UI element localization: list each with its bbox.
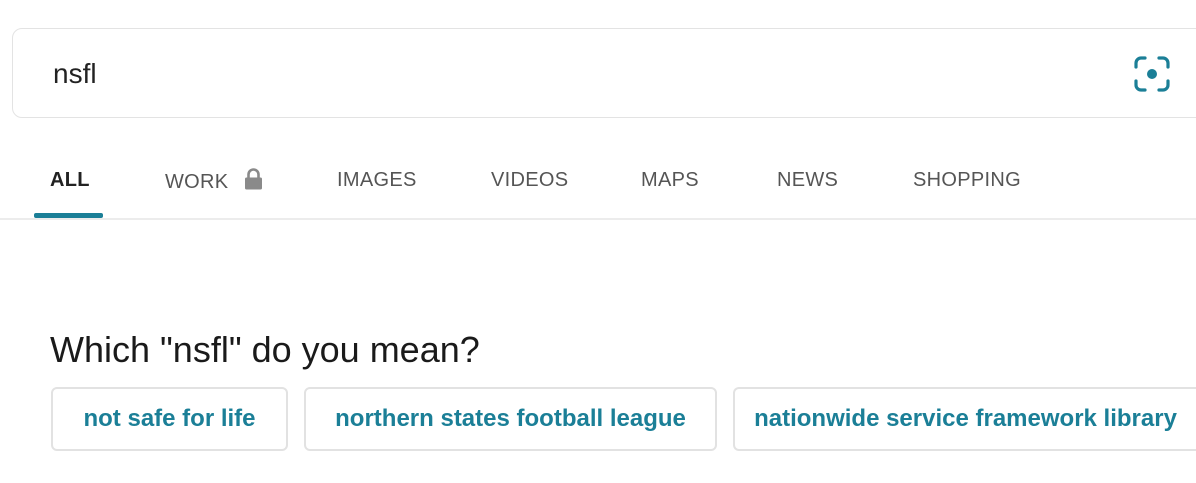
tab-shopping[interactable]: SHOPPING — [913, 168, 1021, 192]
tab-news[interactable]: NEWS — [777, 168, 838, 192]
tab-label: WORK — [165, 171, 229, 193]
search-results-page: ALL WORK IMAGES VIDEOS MAPS NEWS SHOPPIN… — [0, 0, 1196, 483]
tab-label: IMAGES — [337, 169, 417, 191]
suggestion-label: not safe for life — [83, 405, 256, 432]
tab-label: VIDEOS — [491, 169, 569, 191]
tab-maps[interactable]: MAPS — [641, 168, 699, 192]
tab-all[interactable]: ALL — [50, 168, 90, 192]
suggestion-chip[interactable]: not safe for life — [51, 387, 288, 451]
tab-label: ALL — [50, 169, 90, 191]
suggestion-label: northern states football league — [335, 405, 686, 432]
tab-work[interactable]: WORK — [165, 168, 263, 193]
tab-label: SHOPPING — [913, 169, 1021, 191]
tab-images[interactable]: IMAGES — [337, 168, 417, 192]
camera-lens-icon[interactable] — [1133, 55, 1171, 93]
tab-label: NEWS — [777, 169, 839, 191]
suggestion-chip[interactable]: northern states football league — [304, 387, 717, 451]
tab-videos[interactable]: VIDEOS — [491, 168, 568, 192]
search-tabs: ALL WORK IMAGES VIDEOS MAPS NEWS SHOPPIN… — [0, 140, 1196, 220]
tab-label: MAPS — [641, 169, 699, 191]
suggestion-chip[interactable]: nationwide service framework library — [733, 387, 1196, 451]
search-input[interactable] — [53, 57, 1053, 91]
suggestion-label: nationwide service framework library — [754, 405, 1177, 432]
active-tab-indicator — [34, 213, 103, 218]
disambiguation-heading: Which "nsfl" do you mean? — [50, 329, 480, 370]
search-box — [12, 28, 1196, 118]
lock-icon — [244, 168, 263, 196]
